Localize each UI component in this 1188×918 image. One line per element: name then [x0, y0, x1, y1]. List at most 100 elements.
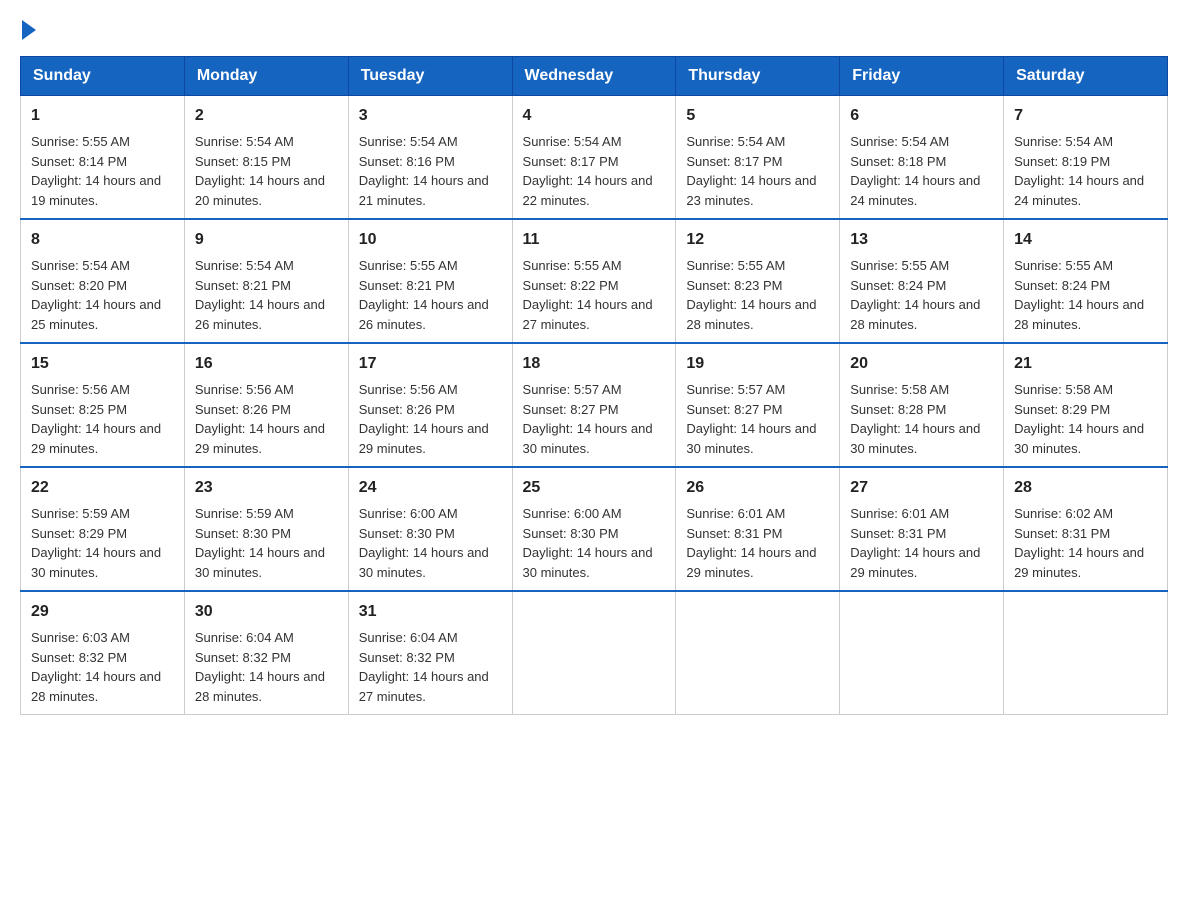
calendar-cell: 26 Sunrise: 6:01 AM Sunset: 8:31 PM Dayl…	[676, 467, 840, 591]
calendar-cell	[1004, 591, 1168, 715]
day-number: 9	[195, 228, 338, 252]
calendar-cell	[512, 591, 676, 715]
day-sunset: Sunset: 8:17 PM	[523, 154, 619, 169]
calendar-cell: 5 Sunrise: 5:54 AM Sunset: 8:17 PM Dayli…	[676, 96, 840, 220]
day-daylight: Daylight: 14 hours and 30 minutes.	[523, 545, 653, 580]
day-sunset: Sunset: 8:24 PM	[1014, 278, 1110, 293]
day-daylight: Daylight: 14 hours and 23 minutes.	[686, 173, 816, 208]
day-daylight: Daylight: 14 hours and 19 minutes.	[31, 173, 161, 208]
day-daylight: Daylight: 14 hours and 28 minutes.	[31, 669, 161, 704]
day-daylight: Daylight: 14 hours and 30 minutes.	[31, 545, 161, 580]
day-header-tuesday: Tuesday	[348, 57, 512, 96]
day-daylight: Daylight: 14 hours and 20 minutes.	[195, 173, 325, 208]
calendar-cell: 20 Sunrise: 5:58 AM Sunset: 8:28 PM Dayl…	[840, 343, 1004, 467]
calendar-cell: 23 Sunrise: 5:59 AM Sunset: 8:30 PM Dayl…	[184, 467, 348, 591]
day-number: 23	[195, 476, 338, 500]
day-number: 4	[523, 104, 666, 128]
day-daylight: Daylight: 14 hours and 24 minutes.	[1014, 173, 1144, 208]
calendar-cell: 24 Sunrise: 6:00 AM Sunset: 8:30 PM Dayl…	[348, 467, 512, 591]
day-sunset: Sunset: 8:20 PM	[31, 278, 127, 293]
calendar-week-row: 1 Sunrise: 5:55 AM Sunset: 8:14 PM Dayli…	[21, 96, 1168, 220]
day-number: 21	[1014, 352, 1157, 376]
day-daylight: Daylight: 14 hours and 28 minutes.	[850, 297, 980, 332]
day-number: 7	[1014, 104, 1157, 128]
day-sunset: Sunset: 8:17 PM	[686, 154, 782, 169]
day-sunset: Sunset: 8:23 PM	[686, 278, 782, 293]
day-sunrise: Sunrise: 5:54 AM	[686, 134, 785, 149]
day-header-sunday: Sunday	[21, 57, 185, 96]
day-daylight: Daylight: 14 hours and 28 minutes.	[1014, 297, 1144, 332]
day-sunrise: Sunrise: 5:54 AM	[359, 134, 458, 149]
day-sunrise: Sunrise: 5:56 AM	[195, 382, 294, 397]
calendar-cell: 19 Sunrise: 5:57 AM Sunset: 8:27 PM Dayl…	[676, 343, 840, 467]
day-daylight: Daylight: 14 hours and 29 minutes.	[686, 545, 816, 580]
logo	[20, 20, 38, 40]
calendar-cell: 18 Sunrise: 5:57 AM Sunset: 8:27 PM Dayl…	[512, 343, 676, 467]
day-sunrise: Sunrise: 6:01 AM	[850, 506, 949, 521]
calendar-cell	[840, 591, 1004, 715]
day-daylight: Daylight: 14 hours and 30 minutes.	[1014, 421, 1144, 456]
day-number: 29	[31, 600, 174, 624]
calendar-cell: 13 Sunrise: 5:55 AM Sunset: 8:24 PM Dayl…	[840, 219, 1004, 343]
day-daylight: Daylight: 14 hours and 25 minutes.	[31, 297, 161, 332]
calendar-cell: 8 Sunrise: 5:54 AM Sunset: 8:20 PM Dayli…	[21, 219, 185, 343]
day-daylight: Daylight: 14 hours and 29 minutes.	[31, 421, 161, 456]
day-header-wednesday: Wednesday	[512, 57, 676, 96]
day-number: 28	[1014, 476, 1157, 500]
day-sunset: Sunset: 8:29 PM	[31, 526, 127, 541]
day-header-saturday: Saturday	[1004, 57, 1168, 96]
day-number: 22	[31, 476, 174, 500]
day-daylight: Daylight: 14 hours and 29 minutes.	[1014, 545, 1144, 580]
day-sunrise: Sunrise: 5:56 AM	[359, 382, 458, 397]
day-number: 16	[195, 352, 338, 376]
day-sunrise: Sunrise: 6:03 AM	[31, 630, 130, 645]
calendar-cell: 2 Sunrise: 5:54 AM Sunset: 8:15 PM Dayli…	[184, 96, 348, 220]
calendar-cell: 3 Sunrise: 5:54 AM Sunset: 8:16 PM Dayli…	[348, 96, 512, 220]
day-daylight: Daylight: 14 hours and 24 minutes.	[850, 173, 980, 208]
day-number: 8	[31, 228, 174, 252]
day-sunrise: Sunrise: 5:59 AM	[195, 506, 294, 521]
day-number: 5	[686, 104, 829, 128]
day-sunset: Sunset: 8:30 PM	[359, 526, 455, 541]
day-number: 18	[523, 352, 666, 376]
calendar-cell: 28 Sunrise: 6:02 AM Sunset: 8:31 PM Dayl…	[1004, 467, 1168, 591]
calendar-cell: 22 Sunrise: 5:59 AM Sunset: 8:29 PM Dayl…	[21, 467, 185, 591]
day-number: 3	[359, 104, 502, 128]
day-sunrise: Sunrise: 5:56 AM	[31, 382, 130, 397]
calendar-cell: 10 Sunrise: 5:55 AM Sunset: 8:21 PM Dayl…	[348, 219, 512, 343]
day-sunset: Sunset: 8:27 PM	[523, 402, 619, 417]
day-sunset: Sunset: 8:16 PM	[359, 154, 455, 169]
day-number: 11	[523, 228, 666, 252]
day-sunset: Sunset: 8:32 PM	[31, 650, 127, 665]
day-sunset: Sunset: 8:14 PM	[31, 154, 127, 169]
calendar-cell: 29 Sunrise: 6:03 AM Sunset: 8:32 PM Dayl…	[21, 591, 185, 715]
day-number: 1	[31, 104, 174, 128]
calendar-table: SundayMondayTuesdayWednesdayThursdayFrid…	[20, 56, 1168, 715]
day-daylight: Daylight: 14 hours and 28 minutes.	[686, 297, 816, 332]
day-sunset: Sunset: 8:18 PM	[850, 154, 946, 169]
day-sunrise: Sunrise: 5:55 AM	[850, 258, 949, 273]
day-sunset: Sunset: 8:31 PM	[850, 526, 946, 541]
day-daylight: Daylight: 14 hours and 30 minutes.	[523, 421, 653, 456]
day-sunset: Sunset: 8:21 PM	[359, 278, 455, 293]
day-daylight: Daylight: 14 hours and 29 minutes.	[359, 421, 489, 456]
day-number: 31	[359, 600, 502, 624]
day-daylight: Daylight: 14 hours and 29 minutes.	[850, 545, 980, 580]
day-number: 10	[359, 228, 502, 252]
calendar-cell: 4 Sunrise: 5:54 AM Sunset: 8:17 PM Dayli…	[512, 96, 676, 220]
calendar-cell	[676, 591, 840, 715]
day-daylight: Daylight: 14 hours and 30 minutes.	[850, 421, 980, 456]
day-sunrise: Sunrise: 5:54 AM	[195, 258, 294, 273]
calendar-cell: 1 Sunrise: 5:55 AM Sunset: 8:14 PM Dayli…	[21, 96, 185, 220]
calendar-cell: 7 Sunrise: 5:54 AM Sunset: 8:19 PM Dayli…	[1004, 96, 1168, 220]
day-sunrise: Sunrise: 5:54 AM	[31, 258, 130, 273]
calendar-cell: 31 Sunrise: 6:04 AM Sunset: 8:32 PM Dayl…	[348, 591, 512, 715]
calendar-cell: 12 Sunrise: 5:55 AM Sunset: 8:23 PM Dayl…	[676, 219, 840, 343]
day-sunrise: Sunrise: 5:55 AM	[31, 134, 130, 149]
calendar-body: 1 Sunrise: 5:55 AM Sunset: 8:14 PM Dayli…	[21, 96, 1168, 715]
day-sunrise: Sunrise: 5:54 AM	[523, 134, 622, 149]
day-number: 26	[686, 476, 829, 500]
calendar-cell: 27 Sunrise: 6:01 AM Sunset: 8:31 PM Dayl…	[840, 467, 1004, 591]
day-sunset: Sunset: 8:19 PM	[1014, 154, 1110, 169]
day-sunrise: Sunrise: 6:00 AM	[523, 506, 622, 521]
